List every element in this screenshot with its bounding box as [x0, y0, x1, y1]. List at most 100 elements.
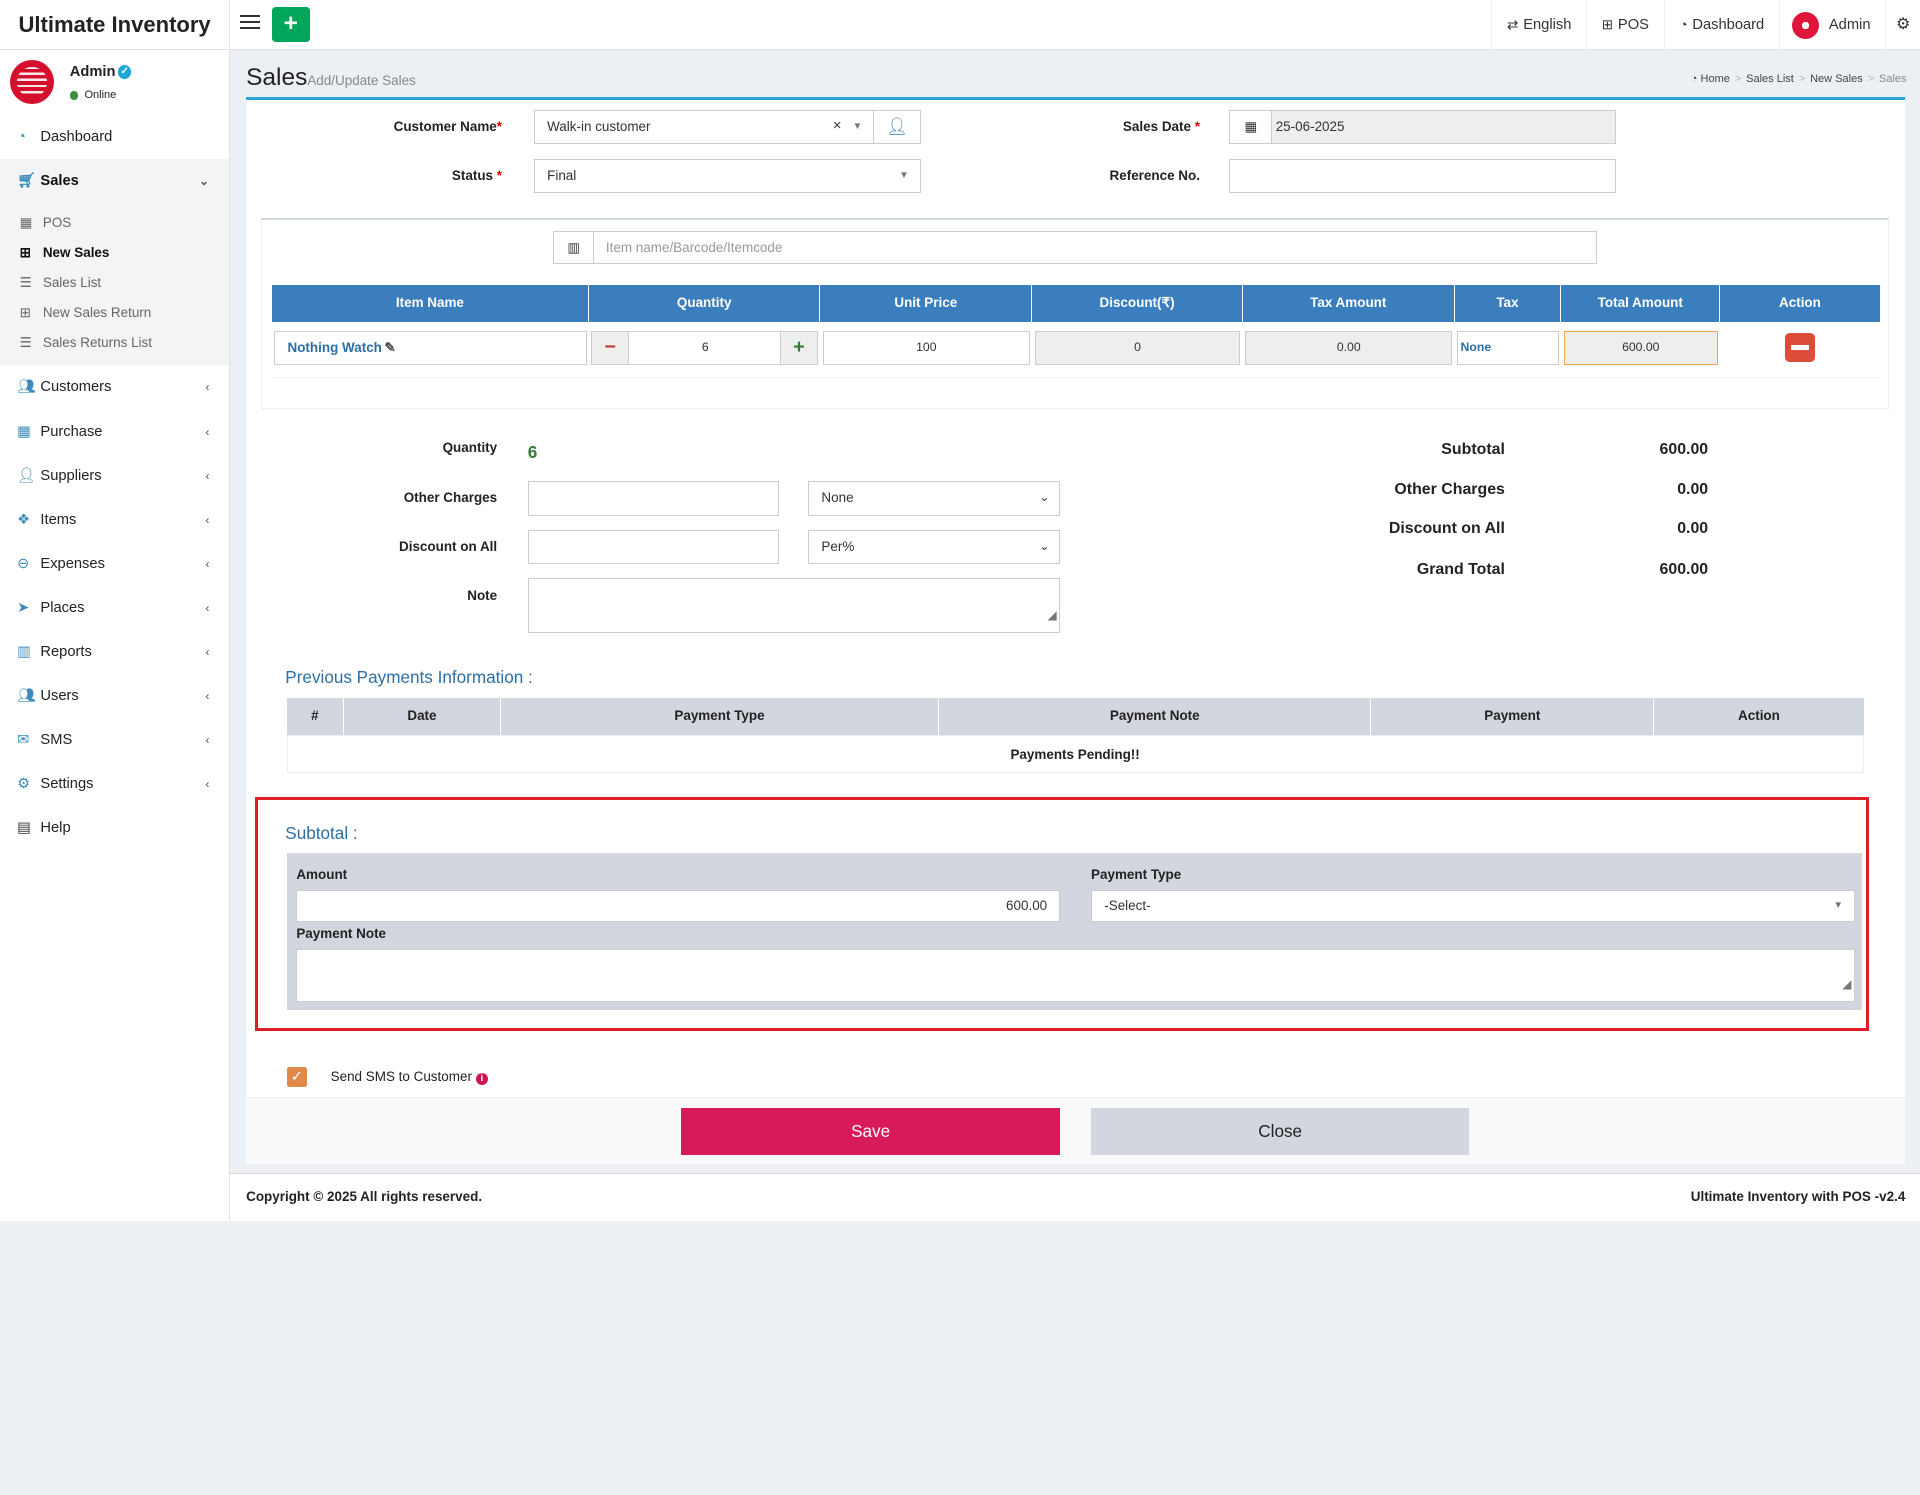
required-mark: * [496, 118, 503, 134]
sidebar-item-places[interactable]: ➤ Places ‹ [0, 586, 229, 630]
verified-icon: ✓ [117, 65, 132, 79]
payment-type-select[interactable]: -Select- ▼ [1091, 890, 1856, 923]
dashboard-label: Dashboard [1692, 17, 1765, 33]
sidebar-item-dashboard[interactable]: ◔ Dashboard [0, 115, 229, 159]
summary-subtotal-value: 600.00 [1659, 440, 1709, 458]
user-menu[interactable]: Admin [1778, 0, 1885, 51]
sidebar-subitem-new-sales-return[interactable]: ⊞ New Sales Return [0, 298, 229, 328]
clear-icon[interactable]: × [833, 111, 842, 143]
info-icon[interactable]: i [475, 1072, 488, 1086]
reference-input[interactable] [1229, 159, 1617, 194]
quantity-label: Quantity [442, 439, 498, 455]
users-icon: 👥︎ [17, 688, 36, 705]
breadcrumb-sales-list[interactable]: Sales List [1746, 73, 1794, 85]
status-select[interactable]: Final ▼ [533, 159, 921, 194]
customer-select-value: Walk-in customer [547, 119, 651, 135]
sidebar-item-sales[interactable]: 🛒︎ Sales ⌄ [0, 159, 229, 204]
increase-qty-button[interactable]: + [780, 330, 818, 365]
quantity-input[interactable]: 6 [628, 330, 783, 365]
column-header: # [287, 697, 345, 735]
item-name-link[interactable]: Nothing Watch ✎ [274, 330, 587, 365]
envelope-icon: ✉ [17, 732, 30, 749]
sidebar-item-reports[interactable]: ▥ Reports ‹ [0, 630, 229, 674]
dashboard-icon: ◔ [17, 129, 27, 146]
breadcrumb-home[interactable]: Home [1701, 73, 1730, 85]
close-button[interactable]: Close [1091, 1108, 1470, 1155]
item-name-text: Nothing Watch [287, 339, 382, 355]
sidebar-item-suppliers[interactable]: 👤︎ Suppliers ‹ [0, 454, 229, 498]
discount-type-value: Per% [821, 539, 855, 555]
user-plus-icon: 👤︎ [886, 116, 908, 137]
edit-icon[interactable]: ✎ [384, 340, 395, 355]
note-textarea[interactable]: ◢ [527, 577, 1061, 634]
sidebar-item-expenses[interactable]: ⊖ Expenses ‹ [0, 542, 229, 586]
tax-amount-input: 0.00 [1245, 330, 1453, 365]
sidebar-item-settings[interactable]: ⚙ Settings ‹ [0, 762, 229, 806]
calendar-icon[interactable]: ▦ [1229, 110, 1273, 145]
breadcrumb-separator: > [1867, 73, 1875, 86]
language-icon: ⇄ [1507, 17, 1519, 32]
summary-subtotal-label: Subtotal [1441, 440, 1505, 458]
dashboard-link[interactable]: ◔ Dashboard [1663, 0, 1779, 51]
discount-on-all-input[interactable] [527, 530, 779, 565]
send-sms-label-text: Send SMS to Customer [330, 1068, 472, 1084]
column-header: Payment Type [501, 697, 940, 735]
sales-date-input[interactable]: 25-06-2025 [1271, 110, 1617, 145]
discount-type-select[interactable]: Per% ⌄ [808, 530, 1061, 565]
settings-toggle[interactable]: ⚙ [1885, 0, 1920, 51]
tax-link[interactable]: None [1457, 330, 1559, 365]
sidebar-subitem-pos[interactable]: ▦ POS [0, 208, 229, 238]
send-sms-label[interactable]: Send SMS to Customer i [330, 1068, 488, 1086]
status-label-text: Status [451, 167, 494, 183]
cogs-icon: ⚙ [1895, 16, 1911, 33]
add-customer-button[interactable]: 👤︎ [873, 110, 921, 145]
amount-label: Amount [296, 866, 348, 882]
sidebar-menu: ◔ Dashboard 🛒︎ Sales ⌄ ▦ POS ⊞ New Sales ☰ Sal… [0, 115, 229, 850]
column-header: Date [344, 697, 501, 735]
pos-link[interactable]: ⊞ POS [1586, 0, 1664, 51]
sidebar-item-items[interactable]: ❖ Items ‹ [0, 498, 229, 542]
app-logo[interactable]: Ultimate Inventory [0, 0, 231, 51]
amount-input[interactable]: 600.00 [296, 890, 1061, 923]
customer-select[interactable]: Walk-in customer × ▼ [533, 110, 875, 145]
chevron-left-icon: ‹ [205, 380, 210, 395]
sidebar-item-help[interactable]: ▤ Help [0, 806, 229, 850]
payment-note-textarea[interactable]: ◢ [296, 948, 1856, 1002]
other-charges-input[interactable] [527, 481, 779, 516]
column-header: Action [1779, 295, 1821, 311]
cart-icon: 🛒︎ [17, 173, 36, 190]
column-header: Discount(₹) [1032, 285, 1243, 323]
item-search-input[interactable]: Item name/Barcode/Itemcode [592, 231, 1597, 265]
discount-input[interactable]: 0 [1034, 330, 1241, 365]
tax-amount-cell: 0.00 [1243, 322, 1455, 377]
sidebar-subitem-sales-list[interactable]: ☰ Sales List [0, 268, 229, 298]
user-panel: Admin ✓ Online [0, 50, 230, 114]
column-header: Unit Price [820, 285, 1033, 323]
payment-type-label: Payment Type [1091, 866, 1182, 882]
sidebar-item-purchase[interactable]: ▦ Purchase ‹ [0, 410, 229, 454]
chevron-left-icon: ‹ [205, 600, 210, 615]
save-button[interactable]: Save [680, 1108, 1061, 1155]
sidebar-item-label: SMS [40, 732, 73, 749]
total-amount-cell: 600.00 [1561, 322, 1720, 377]
sidebar-item-users[interactable]: 👥︎ Users ‹ [0, 674, 229, 718]
sidebar-subitem-new-sales[interactable]: ⊞ New Sales [0, 238, 229, 268]
sidebar-item-customers[interactable]: 👥︎ Customers ‹ [0, 365, 229, 409]
decrease-qty-button[interactable]: − [591, 330, 630, 365]
sidebar-item-sms[interactable]: ✉ SMS ‹ [0, 718, 229, 762]
column-header: Tax [1455, 285, 1562, 323]
breadcrumb-separator: > [1734, 73, 1742, 86]
plus-square-icon: ⊞ [1601, 17, 1614, 32]
unit-price-input[interactable]: 100 [822, 330, 1030, 365]
language-menu[interactable]: ⇄ English [1491, 0, 1586, 51]
note-label: Note [467, 587, 498, 603]
breadcrumb-new-sales[interactable]: New Sales [1810, 73, 1863, 85]
quick-add-button[interactable]: + [271, 7, 310, 42]
other-charges-tax-select[interactable]: None ⌄ [808, 481, 1061, 516]
customer-name-label: Customer Name* [367, 119, 502, 134]
payment-type-value: -Select- [1104, 898, 1151, 914]
sidebar-toggle-icon[interactable] [240, 14, 260, 35]
send-sms-checkbox[interactable]: ✓ [286, 1066, 308, 1088]
remove-item-button[interactable] [1785, 333, 1815, 363]
sidebar-subitem-sales-returns-list[interactable]: ☰ Sales Returns List [0, 328, 229, 358]
